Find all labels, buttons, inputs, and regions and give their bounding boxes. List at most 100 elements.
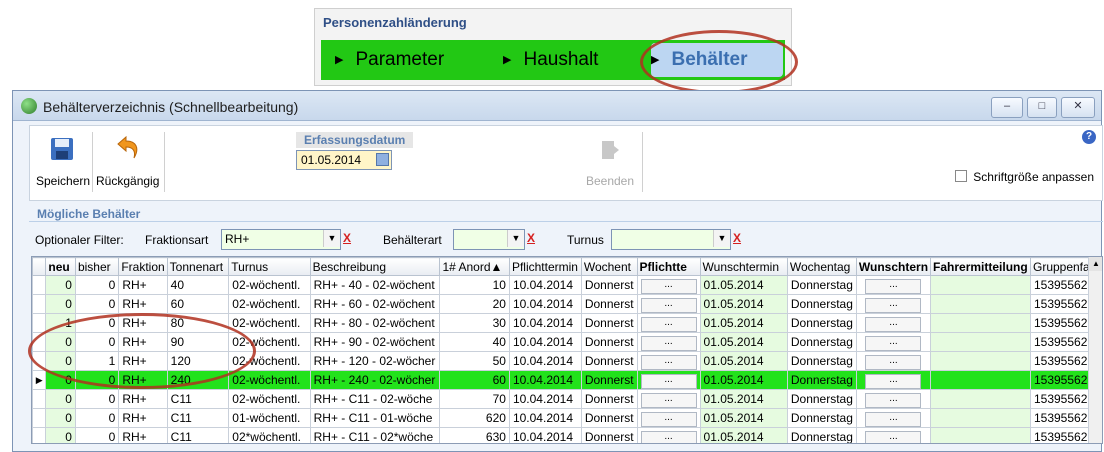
table-row[interactable]: 0 0 RH+ C11 02*wöchentl. RH+ - C11 - 02*wöche… — [32, 427, 1102, 443]
wunschtermin-picker-cell[interactable]: ... — [855, 427, 932, 443]
ellipsis-button[interactable]: ... — [640, 336, 697, 351]
ellipsis-button[interactable]: ... — [865, 279, 922, 294]
clear-turnus-button[interactable]: X — [733, 231, 741, 245]
neu-cell[interactable]: 0 — [45, 389, 76, 409]
neu-cell[interactable]: 0 — [45, 294, 76, 314]
ellipsis-button[interactable]: ... — [640, 393, 697, 408]
row-indicator[interactable] — [32, 294, 47, 314]
fahrermitteilung-cell[interactable] — [930, 332, 1031, 352]
column-header[interactable]: Turnus — [228, 257, 311, 276]
neu-cell[interactable]: 0 — [45, 332, 76, 352]
fahrermitteilung-cell[interactable] — [930, 294, 1031, 314]
save-button[interactable]: Speichern — [36, 130, 90, 196]
tonnenart-cell[interactable]: 80 — [166, 313, 230, 333]
dropdown-arrow-icon[interactable]: ▼ — [713, 230, 730, 247]
row-indicator[interactable] — [32, 351, 47, 371]
fahrermitteilung-cell[interactable] — [930, 275, 1031, 295]
ellipsis-button[interactable]: ... — [865, 431, 922, 443]
column-header[interactable]: Pflichttermin — [508, 257, 582, 276]
wunschtermin-cell[interactable]: 01.05.2014 — [699, 427, 788, 443]
ellipsis-button[interactable]: ... — [865, 355, 922, 370]
tonnenart-cell[interactable]: C11 — [166, 389, 230, 409]
ellipsis-button[interactable]: ... — [865, 317, 922, 332]
clear-fraktionsart-button[interactable]: X — [343, 231, 351, 245]
pflichttermin-picker-cell[interactable]: ... — [636, 275, 701, 295]
column-header[interactable]: Wochent — [580, 257, 638, 276]
fahrermitteilung-cell[interactable] — [930, 408, 1031, 428]
minimize-button[interactable]: – — [991, 97, 1023, 118]
table-row[interactable]: ▶ 0 0 RH+ 240 02-wöchentl. RH+ - 240 - 02-wöch… — [32, 370, 1102, 390]
behaelterart-select[interactable]: ▼ — [453, 229, 525, 250]
wunschtermin-cell[interactable]: 01.05.2014 — [699, 389, 788, 409]
table-row[interactable]: 0 0 RH+ 40 02-wöchentl. RH+ - 40 - 02-wöchent… — [32, 275, 1102, 295]
ellipsis-button[interactable]: ... — [865, 336, 922, 351]
tonnenart-cell[interactable]: C11 — [166, 427, 230, 443]
wunschtermin-cell[interactable]: 01.05.2014 — [699, 408, 788, 428]
pflichttermin-picker-cell[interactable]: ... — [636, 389, 701, 409]
table-row[interactable]: 0 1 RH+ 120 02-wöchentl. RH+ - 120 - 02-wöche… — [32, 351, 1102, 371]
nav-step-parameter[interactable]: ▶ Parameter — [335, 49, 444, 71]
ellipsis-button[interactable]: ... — [640, 317, 697, 332]
tonnenart-cell[interactable]: C11 — [166, 408, 230, 428]
wunschtermin-picker-cell[interactable]: ... — [855, 351, 932, 371]
column-header[interactable]: Wochentag — [786, 257, 857, 276]
column-header[interactable]: neu — [45, 257, 76, 276]
table-row[interactable]: 0 0 RH+ C11 02-wöchentl. RH+ - C11 - 02-wöche… — [32, 389, 1102, 409]
font-size-toggle[interactable]: Schriftgröße anpassen — [955, 170, 1094, 184]
fahrermitteilung-cell[interactable] — [930, 351, 1031, 371]
pflichttermin-picker-cell[interactable]: ... — [636, 370, 701, 390]
dropdown-arrow-icon[interactable]: ▼ — [507, 230, 524, 247]
ellipsis-button[interactable]: ... — [865, 298, 922, 313]
fahrermitteilung-cell[interactable] — [930, 427, 1031, 443]
row-indicator[interactable] — [32, 408, 47, 428]
pflichttermin-picker-cell[interactable]: ... — [636, 427, 701, 443]
tonnenart-cell[interactable]: 60 — [166, 294, 230, 314]
table-row[interactable]: 1 0 RH+ 80 02-wöchentl. RH+ - 80 - 02-wöchent… — [32, 313, 1102, 333]
wunschtermin-picker-cell[interactable]: ... — [855, 275, 932, 295]
wunschtermin-cell[interactable]: 01.05.2014 — [699, 294, 788, 314]
tonnenart-cell[interactable]: 90 — [166, 332, 230, 352]
help-icon[interactable]: ? — [1082, 130, 1096, 144]
fahrermitteilung-cell[interactable] — [930, 389, 1031, 409]
ellipsis-button[interactable]: ... — [865, 412, 922, 427]
neu-cell[interactable]: 0 — [45, 351, 76, 371]
exit-button[interactable]: Beenden — [582, 130, 638, 196]
column-header[interactable]: Pflichtte — [636, 257, 701, 276]
undo-button[interactable]: Rückgängig — [96, 130, 159, 196]
clear-behaelterart-button[interactable]: X — [527, 231, 535, 245]
ellipsis-button[interactable]: ... — [640, 355, 697, 370]
vertical-scrollbar[interactable]: ▲ — [1088, 257, 1102, 443]
wunschtermin-cell[interactable]: 01.05.2014 — [699, 313, 788, 333]
row-indicator[interactable] — [32, 332, 47, 352]
tonnenart-cell[interactable]: 40 — [166, 275, 230, 295]
tonnenart-cell[interactable]: 120 — [166, 351, 230, 371]
wunschtermin-cell[interactable]: 01.05.2014 — [699, 275, 788, 295]
neu-cell[interactable]: 0 — [45, 275, 76, 295]
column-header[interactable]: Wunschtermin — [699, 257, 788, 276]
wunschtermin-picker-cell[interactable]: ... — [855, 408, 932, 428]
checkbox-icon[interactable] — [955, 170, 968, 182]
wunschtermin-picker-cell[interactable]: ... — [855, 313, 932, 333]
ellipsis-button[interactable]: ... — [640, 412, 697, 427]
column-header[interactable]: Fraktion — [118, 257, 168, 276]
ellipsis-button[interactable]: ... — [865, 393, 922, 408]
table-row[interactable]: 0 0 RH+ 60 02-wöchentl. RH+ - 60 - 02-wöchent… — [32, 294, 1102, 314]
neu-cell[interactable]: 1 — [45, 313, 76, 333]
nav-step-haushalt[interactable]: ▶ Haushalt — [503, 49, 598, 71]
pflichttermin-picker-cell[interactable]: ... — [636, 313, 701, 333]
table-row[interactable]: 0 0 RH+ C11 01-wöchentl. RH+ - C11 - 01-wöche… — [32, 408, 1102, 428]
calendar-icon[interactable] — [376, 153, 389, 166]
wunschtermin-cell[interactable]: 01.05.2014 — [699, 351, 788, 371]
ellipsis-button[interactable]: ... — [640, 298, 697, 313]
ellipsis-button[interactable]: ... — [640, 431, 697, 443]
column-header[interactable]: bisher — [74, 257, 120, 276]
pflichttermin-picker-cell[interactable]: ... — [636, 294, 701, 314]
pflichttermin-picker-cell[interactable]: ... — [636, 351, 701, 371]
pflichttermin-picker-cell[interactable]: ... — [636, 332, 701, 352]
tonnenart-cell[interactable]: 240 — [166, 370, 230, 390]
nav-step-behaelter[interactable]: ▶ Behälter — [651, 49, 748, 71]
dropdown-arrow-icon[interactable]: ▼ — [323, 230, 340, 247]
neu-cell[interactable]: 0 — [45, 370, 76, 390]
row-indicator[interactable]: ▶ — [32, 370, 47, 390]
maximize-button[interactable]: □ — [1027, 97, 1057, 118]
